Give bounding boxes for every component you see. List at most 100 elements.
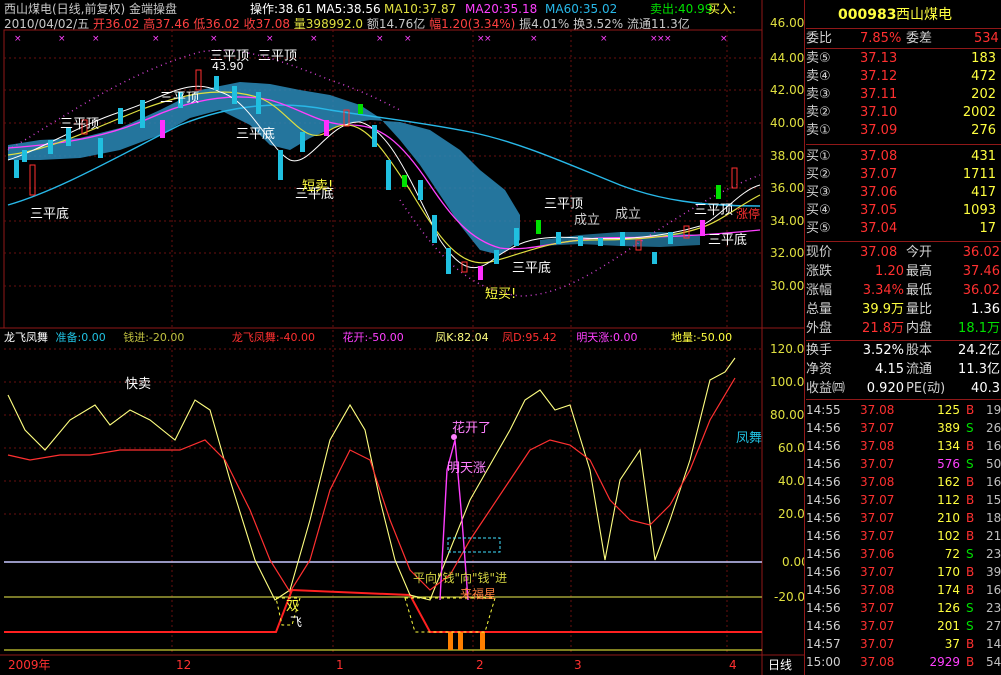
tick-time: 14:56 (806, 421, 841, 435)
tick-side: B (966, 583, 975, 597)
legend-mingtian: 明天涨:0.00 (576, 331, 638, 344)
stat-row: 总量 39.9万 量比 1.36 (806, 302, 1000, 317)
label-sanpingdi: 三平底 (708, 232, 747, 248)
tick-row: 14:56 37.07 170 B 39 (806, 563, 1001, 581)
tick-volume: 134 (937, 439, 960, 453)
label-sanpingding: 三平顶 (258, 49, 297, 64)
axis-label: 80.00 (770, 408, 804, 422)
tick-count: 16 (986, 475, 1001, 489)
legend-name: 龙飞凤舞 (4, 331, 48, 344)
chart-area[interactable]: 西山煤电(日线,前复权) 金端操盘 操作:38.61 MA5:38.56 MA1… (0, 0, 804, 675)
tick-volume: 126 (937, 601, 960, 615)
tick-side: S (966, 421, 974, 435)
axis-label: -20.00 (774, 590, 804, 604)
label-peak: 43.90 (212, 60, 244, 73)
sell-row[interactable]: 卖⑤ 37.13 183 (806, 50, 1001, 68)
axis-label: 42.00 (770, 83, 804, 97)
tick-time: 14:56 (806, 511, 841, 525)
tick-price: 37.08 (860, 655, 895, 669)
tick-price: 37.07 (860, 421, 895, 435)
tick-time: 14:56 (806, 439, 841, 453)
tick-row: 14:56 37.08 134 B 16 (806, 437, 1001, 455)
tick-row: 14:56 37.06 72 S 23 (806, 545, 1001, 563)
label-duanmai2: 短买! (485, 287, 516, 302)
period-label[interactable]: 日线 (768, 658, 792, 672)
axis-label: 0.00 (782, 555, 804, 569)
tick-count: 26 (986, 421, 1001, 435)
svg-text:×: × (210, 34, 218, 44)
tick-time: 14:56 (806, 493, 841, 507)
svg-text:×: × (530, 34, 538, 44)
tick-time: 14:56 (806, 529, 841, 543)
label-shuang: 双 (286, 599, 299, 614)
axis-label: 60.00 (778, 441, 804, 455)
tick-count: 23 (986, 601, 1001, 615)
label-sanpingding: 三平顶 (60, 117, 99, 132)
x-label: 2009年 (8, 658, 51, 672)
tick-count: 15 (986, 493, 1001, 507)
tick-time: 14:56 (806, 601, 841, 615)
tick-side: S (966, 547, 974, 561)
axis-label: 100.00 (770, 375, 804, 389)
buy-row[interactable]: 买② 37.07 1711 (806, 166, 1001, 184)
tick-row: 14:56 37.08 174 B 16 (806, 581, 1001, 599)
price-axis: 46.00 44.00 42.00 40.00 38.00 36.00 34.0… (770, 16, 804, 293)
tick-row: 14:56 37.07 126 S 23 (806, 599, 1001, 617)
tick-side: B (966, 439, 975, 453)
tick-row: 14:56 37.07 201 S 27 (806, 617, 1001, 635)
stock-code: 000983 (838, 7, 897, 23)
tick-count: 16 (986, 439, 1001, 453)
tick-price: 37.07 (860, 457, 895, 471)
tick-volume: 162 (937, 475, 960, 489)
buy-row[interactable]: 买④ 37.05 1093 (806, 202, 1001, 220)
tick-count: 542 (986, 655, 1001, 669)
label-sanpingdi: 三平底 (512, 260, 551, 276)
legend-huakai: 花开:-50.00 (342, 331, 404, 344)
tick-side: B (966, 637, 975, 651)
x-label: 1 (336, 658, 344, 672)
legend-fengk: 凤K:82.04 (435, 331, 489, 344)
buy-row[interactable]: 买⑤ 37.04 17 (806, 220, 1001, 238)
stat-row: 外盘 21.8万 内盘 18.1万 (806, 321, 1000, 336)
label-sanpingding: 三平顶 (544, 197, 583, 212)
sell-row[interactable]: 卖② 37.10 2002 (806, 104, 1001, 122)
x-axis: 2009年 12 1 2 3 4 (8, 658, 737, 672)
tick-volume: 201 (937, 619, 960, 633)
axis-label: 34.00 (770, 214, 804, 228)
legend-qianjin: 钱进:-20.00 (123, 331, 185, 344)
svg-text:×: × (310, 34, 318, 44)
sell-row[interactable]: 卖③ 37.11 202 (806, 86, 1001, 104)
tick-row: 14:56 37.07 389 S 26 (806, 419, 1001, 437)
tick-row: 14:57 37.07 37 B 14 (806, 635, 1001, 653)
tick-volume: 102 (937, 529, 960, 543)
tick-count: 39 (986, 565, 1001, 579)
legend-long: 龙飞凤舞:-40.00 (231, 331, 316, 344)
label-chengli: 成立 (574, 213, 600, 228)
svg-text:×: × (664, 34, 672, 44)
tick-volume: 2929 (929, 655, 960, 669)
buy-row[interactable]: 买① 37.08 431 (806, 148, 1001, 166)
sell-row[interactable]: 卖④ 37.12 472 (806, 68, 1001, 86)
tick-volume: 389 (937, 421, 960, 435)
tick-side: S (966, 619, 974, 633)
tick-time: 14:56 (806, 565, 841, 579)
svg-text:×: × (58, 34, 66, 44)
label-qianjin: 平向"钱"向"钱"进 (413, 570, 507, 585)
tick-count: 23 (986, 547, 1001, 561)
sell-row[interactable]: 卖① 37.09 276 (806, 122, 1001, 140)
label-mingtianzhang: 明天涨 (447, 461, 486, 476)
label-kuaimai: 快卖 (125, 377, 151, 392)
tick-time: 14:56 (806, 547, 841, 561)
buy-row[interactable]: 买③ 37.06 417 (806, 184, 1001, 202)
tick-time: 14:56 (806, 583, 841, 597)
tick-row: 14:56 37.07 102 B 21 (806, 527, 1001, 545)
label-sanpingding: 三平顶 (694, 203, 733, 218)
axis-label: 40.00 (778, 474, 804, 488)
lower-axis: 120.00 100.00 80.00 60.00 40.00 20.00 0.… (770, 342, 804, 604)
sub-legend: 龙飞凤舞 准备:0.00 钱进:-20.00 龙飞凤舞:-40.00 花开:-5… (4, 331, 732, 344)
tick-side: B (966, 529, 975, 543)
stat-row: 净资 4.15 流通 11.3亿 (806, 362, 1000, 377)
tick-volume: 174 (937, 583, 960, 597)
label-fengwu: 凤舞 (736, 431, 762, 446)
tick-volume: 37 (944, 637, 960, 651)
